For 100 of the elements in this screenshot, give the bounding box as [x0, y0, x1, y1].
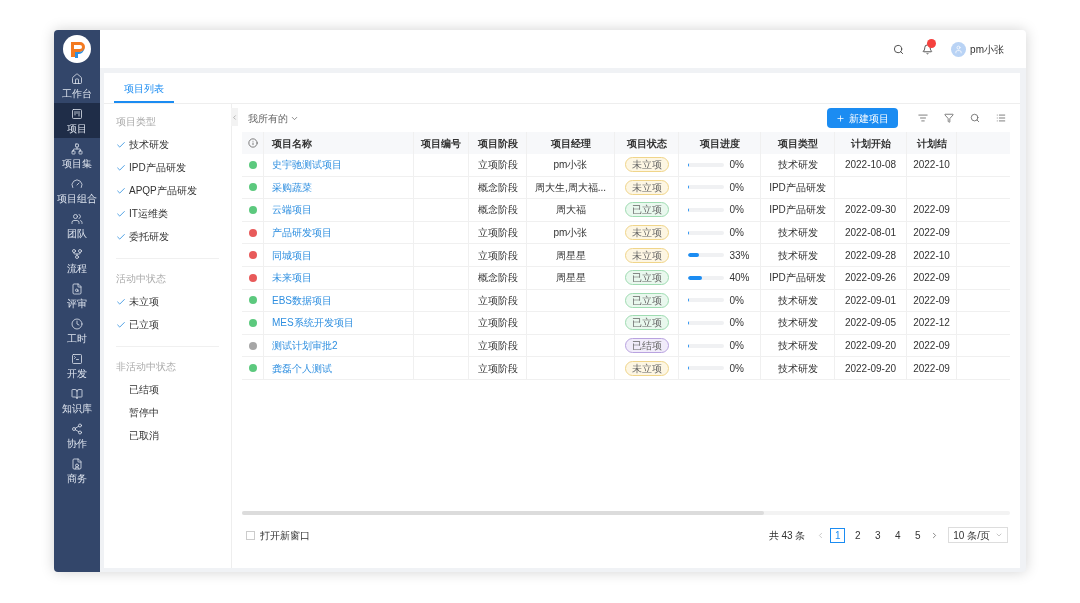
home-icon	[71, 72, 83, 85]
project-link[interactable]: 史宇驰测试项目	[272, 157, 342, 173]
project-link[interactable]: 采购蔬菜	[272, 179, 312, 195]
user-name[interactable]: pm小张	[970, 41, 1004, 57]
sort-icon[interactable]	[918, 113, 928, 123]
page-button[interactable]: 4	[890, 527, 906, 543]
table-row[interactable]: EBS数据项目 立项阶段 已立项 0% 技术研发 2022-09-01 2022-09	[242, 289, 1010, 313]
notification-badge	[927, 38, 937, 48]
table-row[interactable]: 龚磊个人测试 立项阶段 未立项 0% 技术研发 2022-09-20 2022-09	[242, 357, 1010, 380]
filter-item[interactable]: 暂停中	[116, 401, 219, 424]
page-size-select[interactable]: 10 条/页	[948, 527, 1008, 543]
column-header: 项目进度	[679, 132, 761, 154]
table-row[interactable]: 采购蔬菜 概念阶段 周大生,周大福... 未立项 0% IPD产品研发	[242, 176, 1010, 200]
filter-item[interactable]: 未立项	[116, 290, 219, 313]
status-tag: 已立项	[624, 202, 669, 218]
filter-item[interactable]: 委托研发	[116, 225, 219, 248]
file-search-icon	[71, 282, 83, 295]
project-link[interactable]: MES系统开发项目	[272, 315, 354, 331]
nav-item[interactable]: 团队	[54, 208, 100, 243]
nav-item[interactable]: 评审	[54, 278, 100, 313]
tab[interactable]: 项目列表	[114, 75, 174, 103]
list-icon[interactable]	[996, 113, 1006, 123]
column-header: 项目阶段	[469, 132, 527, 154]
project-link[interactable]: 同城项目	[272, 247, 312, 263]
table-cell: 2022-09-20	[835, 334, 907, 357]
filter-item[interactable]: IT运维类	[116, 202, 219, 225]
filter-item[interactable]: 已结项	[116, 378, 219, 401]
table-cell: 立项阶段	[469, 334, 527, 357]
project-link[interactable]: 产品研发项目	[272, 225, 332, 241]
project-link[interactable]: 云端项目	[272, 202, 312, 218]
filter-item[interactable]: 已取消	[116, 424, 219, 447]
search-icon[interactable]	[893, 43, 905, 55]
table-cell: 2022-09	[907, 334, 957, 357]
table-cell: 2022-09	[907, 289, 957, 312]
filter-group-title: 活动中状态	[116, 272, 167, 286]
nav-item[interactable]: 项目	[54, 103, 100, 138]
table-cell: 2022-10-08	[835, 154, 907, 176]
table-row[interactable]: 同城项目 立项阶段 周星星 未立项 33% 技术研发 2022-09-28 2022-10	[242, 244, 1010, 267]
nav-item[interactable]: 工作台	[54, 68, 100, 103]
nav-item[interactable]: 流程	[54, 243, 100, 278]
table-cell: 技术研发	[761, 357, 835, 379]
project-link[interactable]: 测试计划审批2	[272, 338, 338, 354]
project-link[interactable]: 未来项目	[272, 270, 312, 286]
table-row[interactable]: 史宇驰测试项目 立项阶段 pm小张 未立项 0% 技术研发 2022-10-08 2022-10	[242, 154, 1010, 177]
nav-item[interactable]: 知识库	[54, 383, 100, 418]
progress-value: 0%	[729, 226, 745, 241]
progress-value: 0%	[729, 339, 745, 354]
nav-item[interactable]: 项目组合	[54, 173, 100, 208]
status-tag: 未立项	[624, 225, 669, 241]
filter-item[interactable]: 技术研发	[116, 133, 219, 156]
table-cell: 立项阶段	[469, 244, 527, 266]
filter-item[interactable]: IPD产品研发	[116, 156, 219, 179]
clock-icon	[71, 317, 83, 330]
page-button[interactable]: 1	[830, 527, 846, 543]
table-cell: 概念阶段	[469, 199, 527, 221]
project-link[interactable]: 龚磊个人测试	[272, 360, 332, 376]
table-cell: 立项阶段	[469, 312, 527, 334]
page-button[interactable]: 3	[870, 527, 886, 543]
gauge-icon	[71, 177, 83, 190]
users-icon	[71, 212, 83, 225]
table-cell: 周大福	[527, 199, 615, 221]
table-row[interactable]: 云端项目 概念阶段 周大福 已立项 0% IPD产品研发 2022-09-30 2022-09	[242, 199, 1010, 222]
nav-item[interactable]: 项目集	[54, 138, 100, 173]
filter-group-title: 非活动中状态	[116, 360, 177, 374]
project-link[interactable]: EBS数据项目	[272, 292, 332, 308]
table-cell: 周大生,周大福...	[527, 176, 615, 199]
table-row[interactable]: 未来项目 概念阶段 周星星 已立项 40% IPD产品研发 2022-09-26 2022-09	[242, 266, 1010, 290]
hierarchy-icon	[71, 142, 83, 155]
nav-item[interactable]: 协作	[54, 418, 100, 453]
scope-dropdown[interactable]: 我所有的	[242, 110, 299, 126]
filter-item[interactable]: APQP产品研发	[116, 179, 219, 202]
status-tag: 未立项	[624, 360, 669, 376]
status-tag: 已立项	[624, 270, 669, 286]
page-button[interactable]: 5	[910, 527, 926, 543]
progress-value: 0%	[729, 316, 745, 331]
nav-item[interactable]: 开发	[54, 348, 100, 383]
notification-icon[interactable]	[922, 43, 934, 55]
table-cell: 2022-09	[907, 266, 957, 289]
table-cell: 2022-12	[907, 312, 957, 334]
share-icon	[71, 422, 83, 435]
table-row[interactable]: MES系统开发项目 立项阶段 已立项 0% 技术研发 2022-09-05 2022-12	[242, 312, 1010, 335]
table-row[interactable]: 产品研发项目 立项阶段 pm小张 未立项 0% 技术研发 2022-08-01 2022-09	[242, 221, 1010, 245]
table-row[interactable]: 测试计划审批2 立项阶段 已结项 0% 技术研发 2022-09-20 2022-09	[242, 334, 1010, 358]
search-icon[interactable]	[970, 113, 980, 123]
progress-value: 0%	[729, 361, 745, 376]
table-cell: 2022-09-28	[835, 244, 907, 266]
table-cell: IPD产品研发	[761, 176, 835, 199]
table-cell: 技术研发	[761, 221, 835, 244]
nav-item[interactable]: 商务	[54, 453, 100, 488]
column-header: 项目名称	[264, 132, 414, 154]
table-cell: 技术研发	[761, 334, 835, 357]
filter-icon[interactable]	[944, 113, 954, 123]
nav-item[interactable]: 工时	[54, 313, 100, 348]
filter-item[interactable]: 已立项	[116, 313, 219, 336]
table-cell: 技术研发	[761, 244, 835, 266]
page-button[interactable]: 2	[850, 527, 866, 543]
collapse-handle[interactable]	[231, 108, 238, 126]
avatar-icon[interactable]	[951, 41, 967, 57]
progress-value: 0%	[729, 180, 745, 195]
open-new-window-checkbox[interactable]: 打开新窗口	[242, 527, 310, 543]
